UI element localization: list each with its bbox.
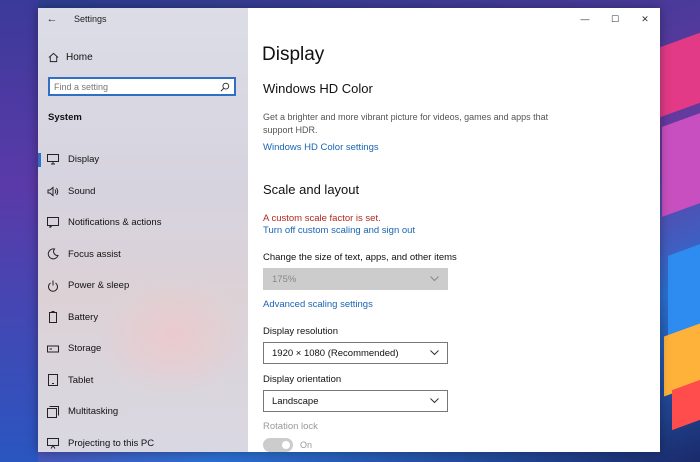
- sidebar-item-notifications[interactable]: Notifications & actions: [38, 207, 248, 239]
- resolution-dropdown[interactable]: 1920 × 1080 (Recommended): [263, 342, 448, 364]
- rotation-lock-state: On: [300, 440, 313, 450]
- speaker-icon: [46, 184, 60, 198]
- monitor-icon: [46, 153, 60, 167]
- chevron-down-icon: [430, 396, 439, 406]
- power-icon: [46, 279, 60, 293]
- storage-icon: [46, 342, 60, 356]
- multitasking-icon: [46, 405, 60, 419]
- settings-window: Home System Display Sound: [38, 8, 660, 452]
- rotation-lock-label: Rotation lock: [263, 421, 318, 432]
- orientation-label: Display orientation: [263, 374, 342, 385]
- wallpaper-shape: [660, 32, 700, 118]
- sidebar-home-label: Home: [66, 51, 93, 63]
- projecting-icon: [46, 436, 60, 450]
- chevron-down-icon: [430, 348, 439, 358]
- resolution-dropdown-value: 1920 × 1080 (Recommended): [272, 347, 399, 359]
- app-title: Settings: [74, 14, 107, 24]
- sidebar-item-tablet[interactable]: Tablet: [38, 365, 248, 397]
- section-label-system: System: [48, 112, 82, 123]
- advanced-scaling-link[interactable]: Advanced scaling settings: [263, 299, 373, 310]
- battery-icon: [46, 310, 60, 324]
- back-button[interactable]: ←: [44, 11, 60, 27]
- rotation-lock-toggle: [263, 438, 293, 452]
- wallpaper-shape: [0, 0, 38, 462]
- hd-color-description: Get a brighter and more vibrant picture …: [263, 112, 549, 135]
- main-content: Display Windows HD Color Get a brighter …: [248, 8, 660, 452]
- scale-dropdown-value: 175%: [272, 273, 297, 285]
- wallpaper-shape: [668, 244, 700, 336]
- hd-color-heading: Windows HD Color: [263, 81, 373, 96]
- scale-layout-heading: Scale and layout: [263, 182, 360, 197]
- notification-icon: [46, 216, 60, 230]
- sidebar-home[interactable]: Home: [46, 48, 241, 66]
- size-label: Change the size of text, apps, and other…: [263, 252, 457, 263]
- sidebar-item-display[interactable]: Display: [38, 144, 248, 176]
- sidebar-item-label: Multitasking: [68, 406, 119, 418]
- sidebar-nav: Display Sound Notifications & actions Fo…: [38, 144, 248, 452]
- sidebar-item-label: Sound: [68, 185, 96, 197]
- sidebar-item-label: Battery: [68, 311, 99, 323]
- search-input[interactable]: [54, 81, 204, 92]
- sidebar-item-sound[interactable]: Sound: [38, 176, 248, 208]
- sidebar-item-storage[interactable]: Storage: [38, 333, 248, 365]
- sidebar-item-label: Focus assist: [68, 248, 121, 260]
- sidebar-item-power-sleep[interactable]: Power & sleep: [38, 270, 248, 302]
- hd-color-settings-link[interactable]: Windows HD Color settings: [263, 142, 379, 153]
- sidebar-item-label: Tablet: [68, 374, 94, 386]
- sidebar-item-label: Storage: [68, 343, 102, 355]
- sidebar: Home System Display Sound: [38, 8, 248, 452]
- page-title: Display: [262, 44, 325, 65]
- wallpaper-shape: [662, 113, 700, 217]
- sidebar-item-multitasking[interactable]: Multitasking: [38, 396, 248, 428]
- orientation-dropdown[interactable]: Landscape: [263, 390, 448, 412]
- sidebar-item-focus-assist[interactable]: Focus assist: [38, 239, 248, 271]
- custom-scale-warning: A custom scale factor is set.: [263, 213, 381, 224]
- sidebar-item-label: Notifications & actions: [68, 217, 162, 229]
- search-icon[interactable]: [220, 82, 230, 92]
- sidebar-item-label: Display: [68, 154, 100, 166]
- toggle-knob: [282, 441, 290, 449]
- sidebar-item-battery[interactable]: Battery: [38, 302, 248, 334]
- search-field[interactable]: [48, 77, 236, 96]
- tablet-icon: [46, 373, 60, 387]
- resolution-label: Display resolution: [263, 326, 338, 337]
- sidebar-item-label: Projecting to this PC: [68, 437, 155, 449]
- scale-dropdown: 175%: [263, 268, 448, 290]
- turn-off-custom-scaling-link[interactable]: Turn off custom scaling and sign out: [263, 225, 415, 236]
- home-icon: [46, 52, 60, 63]
- moon-icon: [46, 247, 60, 261]
- sidebar-item-label: Power & sleep: [68, 280, 130, 292]
- wallpaper-shape: [672, 379, 700, 431]
- chevron-down-icon: [430, 274, 439, 284]
- sidebar-item-projecting[interactable]: Projecting to this PC: [38, 428, 248, 453]
- orientation-dropdown-value: Landscape: [272, 395, 319, 407]
